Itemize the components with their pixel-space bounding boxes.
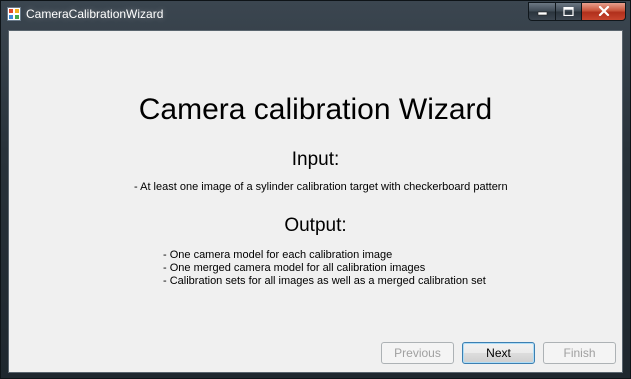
minimize-icon <box>537 3 548 21</box>
wizard-content: Camera calibration Wizard Input: - At le… <box>8 30 623 373</box>
close-button[interactable] <box>581 2 626 21</box>
app-icon[interactable] <box>7 7 21 21</box>
input-item: - At least one image of a sylinder calib… <box>134 181 508 193</box>
finish-button[interactable]: Finish <box>543 342 616 364</box>
wizard-window: CameraCalibrationWizard Camera calibrati… <box>0 0 631 379</box>
output-item: - Calibration sets for all images as wel… <box>163 275 486 287</box>
maximize-icon <box>563 3 574 21</box>
minimize-button[interactable] <box>528 2 555 21</box>
window-title: CameraCalibrationWizard <box>26 7 164 21</box>
output-item: - One merged camera model for all calibr… <box>163 262 426 274</box>
maximize-button[interactable] <box>555 2 581 21</box>
title-bar[interactable]: CameraCalibrationWizard <box>1 1 630 29</box>
next-button[interactable]: Next <box>462 342 535 364</box>
input-heading: Input: <box>291 149 340 170</box>
close-icon <box>598 3 610 21</box>
output-heading: Output: <box>284 215 347 236</box>
output-list: - One camera model for each calibration … <box>163 249 486 288</box>
output-item: - One camera model for each calibration … <box>163 249 393 261</box>
caption-buttons <box>528 2 626 21</box>
previous-button[interactable]: Previous <box>381 342 454 364</box>
wizard-title: Camera calibration Wizard <box>138 93 493 126</box>
